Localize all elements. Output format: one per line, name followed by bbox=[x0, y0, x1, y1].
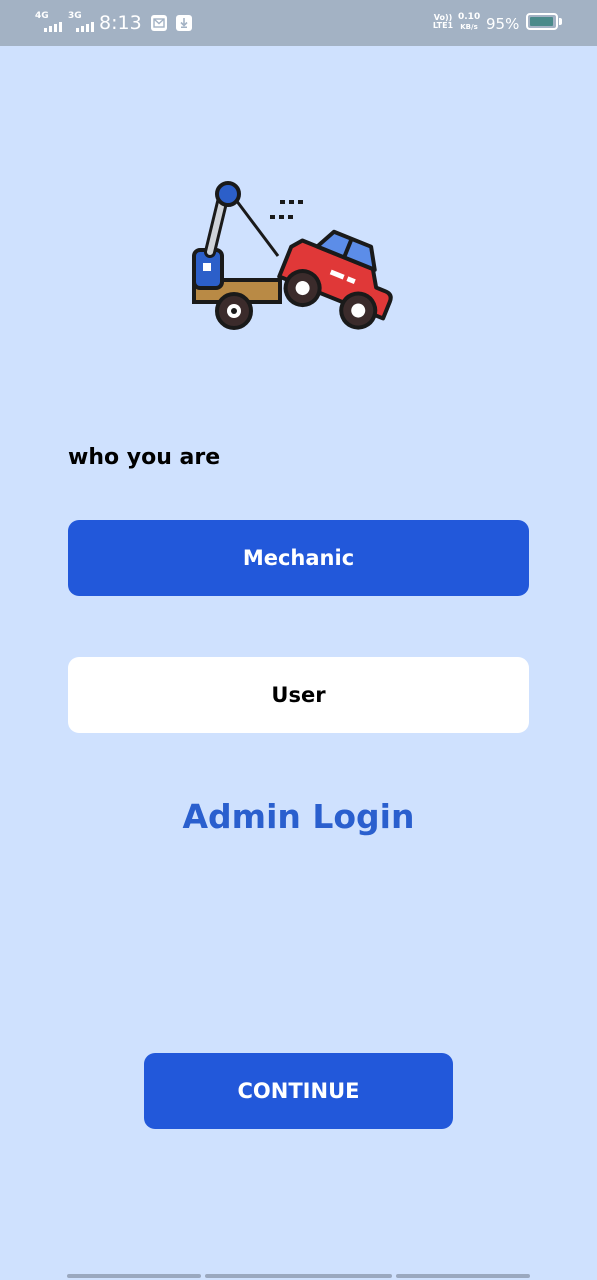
nav-indicator-right bbox=[396, 1274, 530, 1278]
battery-tip bbox=[559, 18, 562, 25]
nav-indicator-left bbox=[67, 1274, 201, 1278]
user-button[interactable]: User bbox=[68, 657, 529, 733]
signal-1-icon bbox=[44, 22, 62, 32]
battery-fill bbox=[530, 17, 553, 26]
mail-notification-icon bbox=[151, 15, 167, 31]
download-notification-icon bbox=[176, 15, 192, 31]
mechanic-button-label: Mechanic bbox=[242, 546, 355, 570]
signal-2-icon bbox=[76, 22, 94, 32]
tow-truck-icon bbox=[192, 180, 406, 336]
network-2-label: 3G bbox=[68, 11, 82, 21]
user-button-label: User bbox=[271, 683, 326, 707]
battery-icon bbox=[526, 13, 558, 30]
status-bar: 4G 3G 8:13 Vo)) LTE1 0.10 KB/s 95% bbox=[0, 0, 597, 46]
volte-label: Vo)) LTE1 bbox=[432, 13, 454, 30]
battery-percent: 95% bbox=[486, 15, 520, 33]
speed-unit: KB/s bbox=[460, 23, 478, 31]
mechanic-button[interactable]: Mechanic bbox=[68, 520, 529, 596]
role-prompt: who you are bbox=[68, 445, 221, 470]
admin-login-link[interactable]: Admin Login bbox=[0, 795, 597, 839]
continue-button[interactable]: CONTINUE bbox=[144, 1053, 453, 1129]
speed-value: 0.10 bbox=[458, 12, 481, 22]
network-1-label: 4G bbox=[35, 11, 49, 21]
status-time: 8:13 bbox=[99, 12, 142, 34]
continue-button-label: CONTINUE bbox=[237, 1079, 360, 1103]
nav-indicator-center bbox=[205, 1274, 392, 1278]
